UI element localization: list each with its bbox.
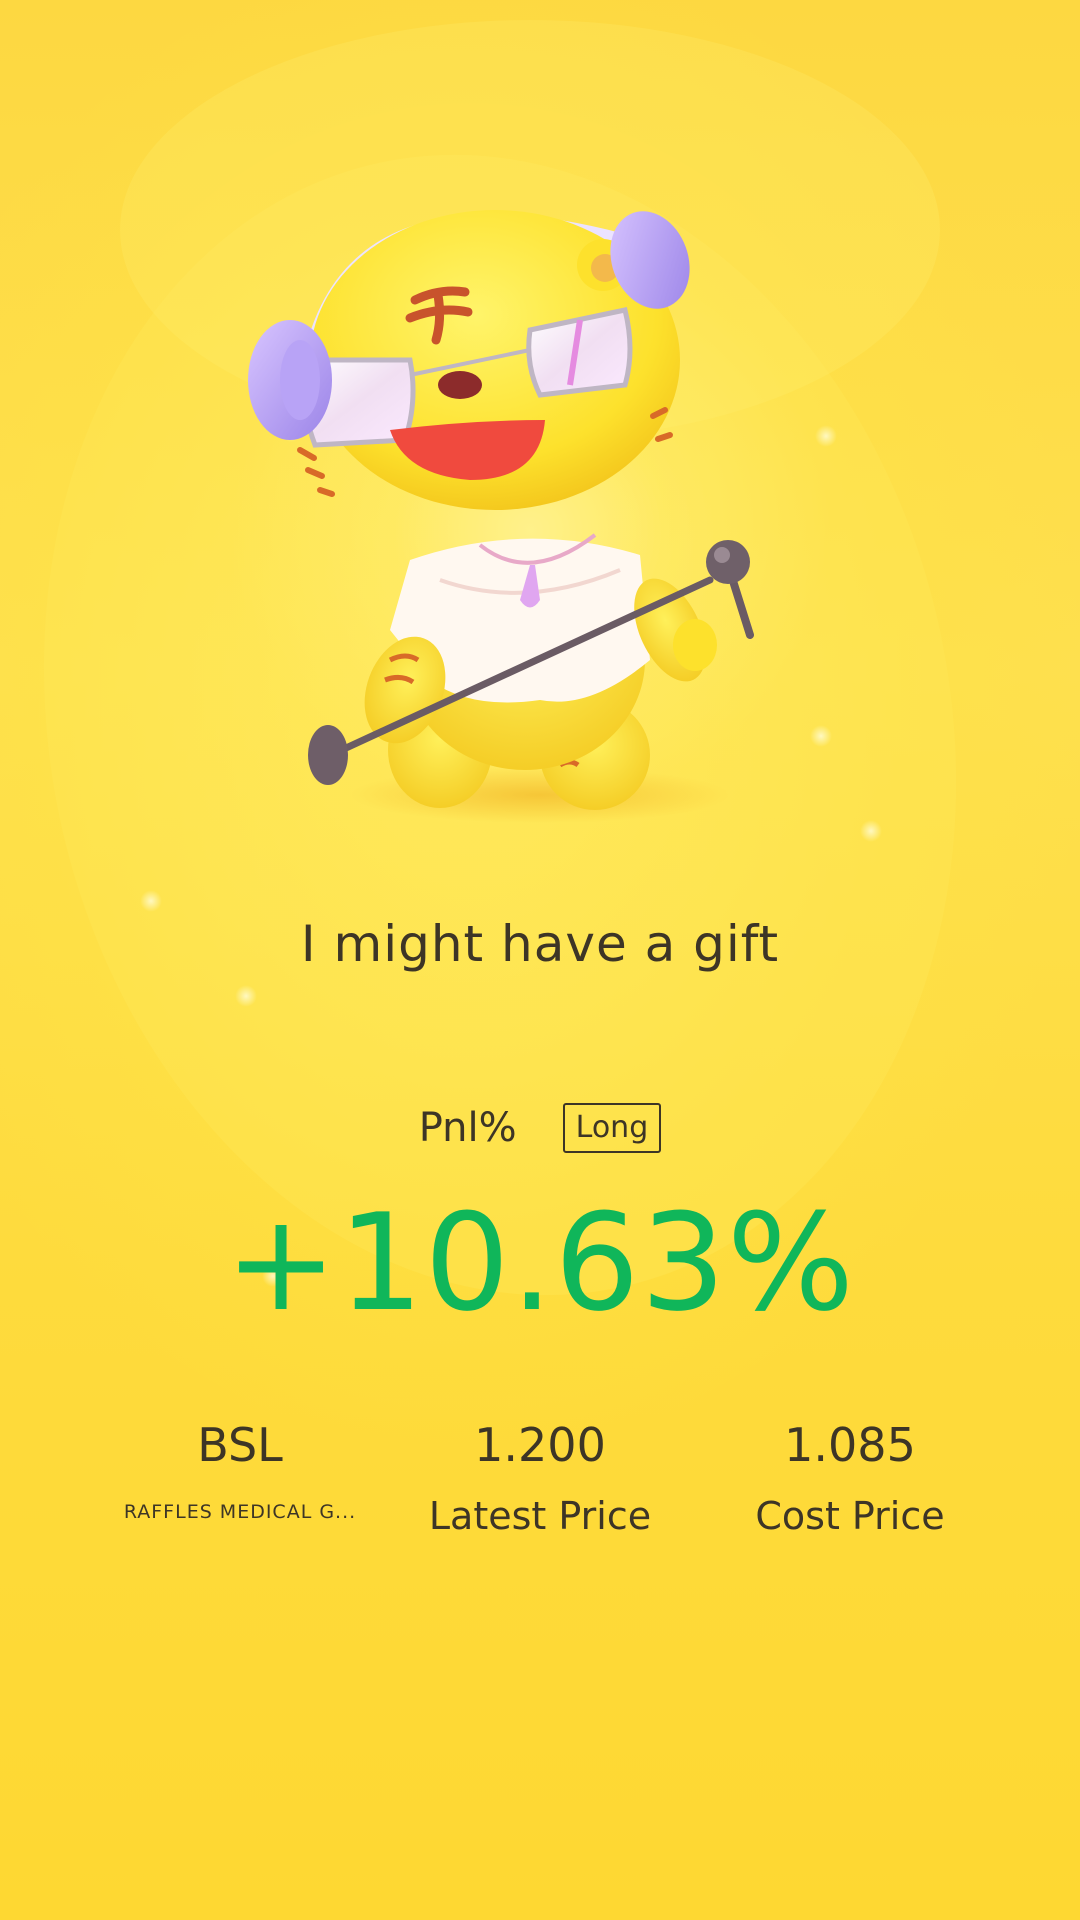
latest-price-value: 1.200 [474,1418,606,1472]
latest-price-stat: 1.200 Latest Price [390,1415,690,1541]
stock-symbol: BSL [197,1418,283,1472]
cost-price-label: Cost Price [755,1494,945,1538]
pnl-value: +10.63% [224,1185,856,1341]
position-badge: Long [562,1103,662,1153]
pnl-row: Pnl% Long [0,1103,1080,1153]
cost-price-value: 1.085 [784,1418,916,1472]
latest-price-label: Latest Price [428,1494,652,1538]
stock-name: RAFFLES MEDICAL G... [123,1501,357,1523]
cost-price-stat: 1.085 Cost Price [700,1415,1000,1541]
headline: I might have a gift [300,915,780,973]
sparkle-decoration [235,985,257,1007]
stock-stat: BSL RAFFLES MEDICAL G... [90,1415,390,1527]
pnl-label: Pnl% [418,1105,517,1151]
sparkle-decoration [140,890,162,912]
sparkle-decoration [860,820,882,842]
tiger-mascot-icon [248,210,754,823]
